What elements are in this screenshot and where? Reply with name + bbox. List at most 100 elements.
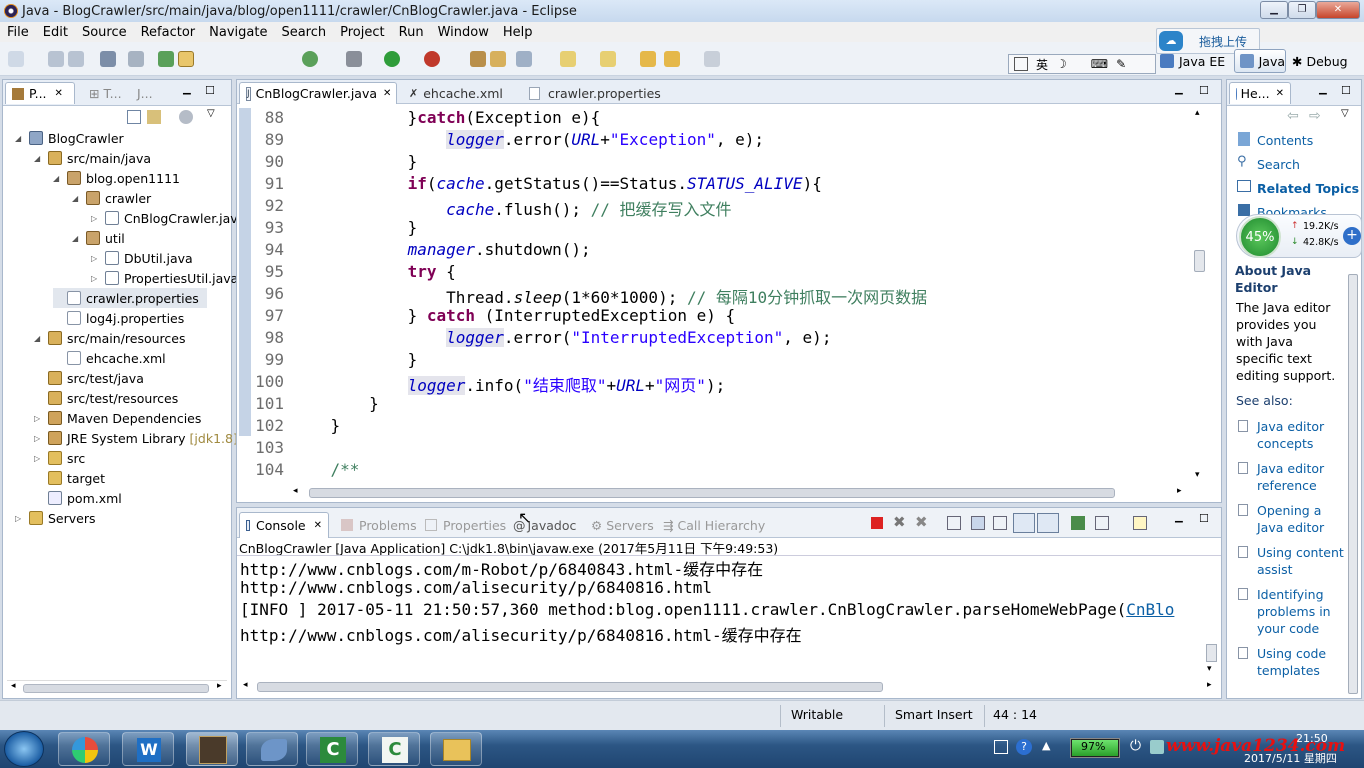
perspective-java[interactable]: Java	[1234, 49, 1286, 73]
tree-item[interactable]: crawler.properties	[53, 288, 207, 308]
refresh-icon[interactable]	[302, 51, 318, 67]
expand-arrow-icon[interactable]: ◢	[53, 174, 63, 183]
expand-arrow-icon[interactable]: ▷	[15, 514, 25, 523]
clock-date[interactable]: 2017/5/11 星期四	[1244, 750, 1337, 766]
collapse-all-icon[interactable]	[127, 110, 141, 124]
print-icon[interactable]	[100, 51, 116, 67]
code-line[interactable]: }	[292, 416, 341, 435]
taskbar-word[interactable]: W	[122, 732, 174, 766]
scroll-thumb[interactable]	[1206, 644, 1217, 662]
help-see-also-link[interactable]: Java editor reference	[1257, 460, 1349, 494]
tab-type-hierarchy[interactable]: ⊞ T...	[83, 82, 128, 104]
maximize-view-icon[interactable]: ☐	[205, 84, 215, 97]
minimize-view-icon[interactable]: ▁	[1319, 84, 1327, 95]
scroll-down-icon[interactable]: ▾	[1207, 664, 1212, 674]
skip-breakpoints-icon[interactable]	[128, 51, 144, 67]
help-see-also-link[interactable]: Using content assist	[1257, 544, 1349, 578]
show-stdout-icon[interactable]	[1013, 513, 1035, 533]
help-see-also-link[interactable]: Using code templates	[1257, 645, 1349, 679]
tree-item[interactable]: ◢ blog.open1111	[53, 168, 180, 188]
editor-tab-crawler-properties[interactable]: crawler.properties	[523, 82, 667, 104]
forward-arrow-icon[interactable]: ⇨	[1309, 108, 1321, 124]
terminate-icon[interactable]	[871, 517, 883, 529]
tree-item[interactable]: ▷ Maven Dependencies	[34, 408, 201, 428]
code-line[interactable]: }	[292, 350, 418, 369]
menu-run[interactable]: Run	[392, 25, 431, 40]
tree-item[interactable]: log4j.properties	[53, 308, 184, 328]
menu-help[interactable]: Help	[496, 25, 540, 40]
display-console-icon[interactable]	[1095, 516, 1109, 530]
tray-help-icon[interactable]: ?	[1016, 739, 1032, 755]
tree-item[interactable]: src/test/java	[34, 368, 144, 388]
expand-arrow-icon[interactable]: ▷	[34, 454, 44, 463]
code-line[interactable]: }	[292, 394, 379, 413]
code-line[interactable]: cache.flush(); // 把缓存写入文件	[292, 196, 731, 220]
scroll-right-icon[interactable]: ▸	[1177, 486, 1182, 496]
power-plug-icon[interactable]: ⏻	[1130, 738, 1141, 754]
tray-expand-icon[interactable]: ▲	[1042, 739, 1050, 752]
new-class-icon[interactable]	[490, 51, 506, 67]
debug-icon[interactable]	[346, 51, 362, 67]
help-see-also-link[interactable]: Java editor concepts	[1257, 418, 1349, 452]
help-link-related-topics[interactable]: Related Topics	[1257, 181, 1359, 196]
remove-launch-icon[interactable]: ✖	[893, 513, 906, 531]
save-all-icon[interactable]	[68, 51, 84, 67]
scroll-right-icon[interactable]: ▸	[1207, 680, 1212, 690]
taskbar-shark[interactable]	[246, 732, 298, 766]
tree-item[interactable]: pom.xml	[34, 488, 122, 508]
scroll-up-icon[interactable]: ▴	[1195, 108, 1200, 118]
help-vscrollbar[interactable]	[1347, 214, 1360, 694]
code-line[interactable]: logger.info("结束爬取"+URL+"网页");	[292, 372, 725, 396]
run-external-icon[interactable]	[424, 51, 440, 67]
menu-window[interactable]: Window	[431, 25, 496, 40]
save-icon[interactable]	[48, 51, 64, 67]
show-stderr-icon[interactable]	[1037, 513, 1059, 533]
forward-icon[interactable]	[704, 51, 720, 67]
tab-junit[interactable]: J...	[131, 82, 159, 104]
minimize-view-icon[interactable]: ▁	[1175, 84, 1183, 95]
remove-all-icon[interactable]: ✖	[915, 513, 928, 531]
tab-package-explorer[interactable]: P... ✕	[5, 82, 75, 104]
code-line[interactable]: Thread.sleep(1*60*1000); // 每隔10分钟抓取一次网页…	[292, 284, 927, 308]
tab-help[interactable]: He... ✕	[1229, 82, 1291, 104]
tree-item[interactable]: ▷ Servers	[15, 508, 96, 528]
taskbar-camtasia-recorder[interactable]: C	[368, 732, 420, 766]
maximize-view-icon[interactable]: ☐	[1199, 84, 1209, 97]
scroll-thumb[interactable]	[1348, 274, 1358, 694]
close-icon[interactable]: ✕	[55, 88, 63, 99]
explorer-hscrollbar[interactable]: ◂ ▸	[7, 680, 227, 694]
minimize-view-icon[interactable]: ▁	[183, 84, 191, 95]
ime-language[interactable]: 英	[1036, 56, 1048, 73]
help-see-also-link[interactable]: Opening a Java editor	[1257, 502, 1349, 536]
menu-project[interactable]: Project	[333, 25, 391, 40]
tree-item[interactable]: ▷ PropertiesUtil.java	[91, 268, 238, 288]
expand-arrow-icon[interactable]: ◢	[34, 334, 44, 343]
view-menu-icon[interactable]: ▽	[207, 108, 215, 119]
expand-arrow-icon[interactable]: ◢	[34, 154, 44, 163]
maximize-button[interactable]: ❐	[1288, 1, 1316, 19]
expand-arrow-icon[interactable]: ▷	[34, 414, 44, 423]
code-line[interactable]: try {	[292, 262, 456, 281]
console-link[interactable]: CnBlo	[1126, 600, 1174, 619]
minimize-view-icon[interactable]: ▁	[1175, 512, 1183, 523]
scroll-down-icon[interactable]: ▾	[1195, 470, 1200, 480]
ime-settings-icon[interactable]: ✎	[1116, 57, 1126, 71]
code-line[interactable]: }	[292, 152, 418, 171]
tray-network-icon[interactable]	[1150, 740, 1164, 754]
view-menu-icon[interactable]: ▽	[1341, 108, 1349, 119]
tree-item[interactable]: ◢ util	[72, 228, 125, 248]
menu-file[interactable]: File	[0, 25, 36, 40]
menu-refactor[interactable]: Refactor	[134, 25, 203, 40]
code-line[interactable]: if(cache.getStatus()==Status.STATUS_ALIV…	[292, 174, 822, 193]
menu-source[interactable]: Source	[75, 25, 134, 40]
maximize-view-icon[interactable]: ☐	[1341, 84, 1351, 97]
tree-item[interactable]: ◢ crawler	[72, 188, 151, 208]
tree-item[interactable]: ▷ src	[34, 448, 85, 468]
back-icon[interactable]	[640, 51, 656, 67]
scroll-thumb[interactable]	[23, 684, 209, 693]
maximize-view-icon[interactable]: ☐	[1199, 512, 1209, 525]
taskbar-browser[interactable]	[58, 732, 110, 766]
ime-keyboard-icon[interactable]: ⌨	[1091, 57, 1108, 71]
scroll-thumb[interactable]	[257, 682, 883, 692]
close-icon[interactable]: ✕	[1276, 88, 1284, 99]
